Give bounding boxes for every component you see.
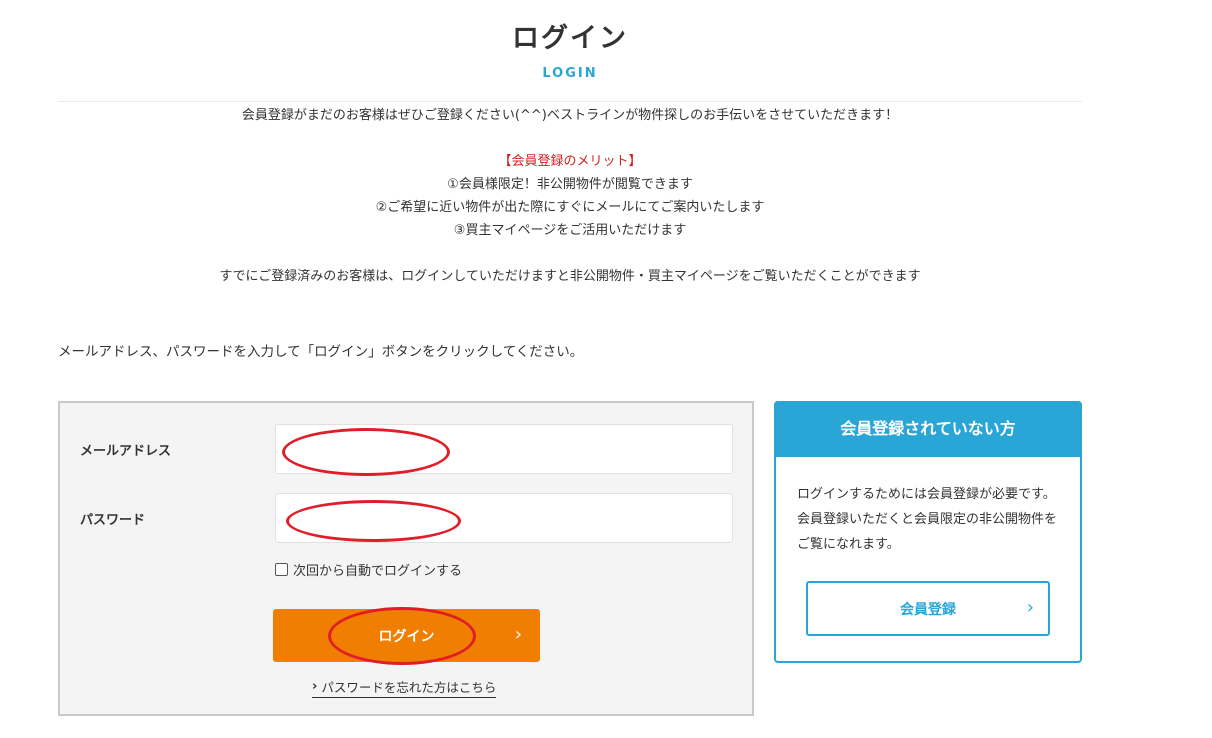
page-subtitle: LOGIN (542, 66, 598, 81)
forgot-password-label: パスワードを忘れた方はこちら (321, 680, 497, 695)
intro-text: 会員登録がまだのお客様はぜひご登録ください(^^)ベストラインが物件探しのお手伝… (0, 104, 1140, 288)
remember-label: 次回から自動でログインする (293, 564, 463, 579)
email-label: メールアドレス (80, 444, 172, 459)
remember-checkbox[interactable] (275, 563, 288, 576)
remember-me[interactable]: 次回から自動でログインする (275, 560, 462, 579)
forgot-password-link[interactable]: › パスワードを忘れた方はこちら (312, 677, 497, 698)
merit-item-3: ③買主マイページをご活用いただけます (453, 223, 687, 238)
header-divider (58, 101, 1082, 102)
registered-note: すでにご登録済みのお客様は、ログインしていただけますと非公開物件・買主マイページ… (219, 269, 921, 284)
intro-spacer (0, 242, 1140, 265)
register-panel: 会員登録されていない方 ログインするためには会員登録が必要です。会員登録いただく… (774, 401, 1082, 663)
register-description: ログインするためには会員登録が必要です。会員登録いただくと会員限定の非公開物件を… (797, 487, 1058, 552)
login-instruction: メールアドレス、パスワードを入力して「ログイン」ボタンをクリックしてください。 (58, 344, 584, 360)
intro-line: 会員登録がまだのお客様はぜひご登録ください(^^)ベストラインが物件探しのお手伝… (241, 108, 899, 123)
intro-spacer (0, 127, 1140, 150)
register-button[interactable]: 会員登録 › (806, 581, 1050, 636)
email-field[interactable] (275, 424, 733, 474)
login-form: メールアドレス パスワード 次回から自動でログインする ログイン › › パスワ… (58, 401, 754, 716)
chevron-right-icon: › (1026, 597, 1034, 618)
login-button[interactable]: ログイン › (273, 609, 540, 662)
password-field[interactable] (275, 493, 733, 543)
merit-heading: 【会員登録のメリット】 (498, 154, 642, 169)
merit-item-2: ②ご希望に近い物件が出た際にすぐにメールにてご案内いたします (375, 200, 765, 215)
chevron-right-icon: › (312, 679, 318, 694)
register-button-label: 会員登録 (900, 602, 956, 618)
register-heading: 会員登録されていない方 (774, 401, 1082, 457)
login-button-label: ログイン (378, 629, 435, 645)
chevron-right-icon: › (514, 624, 522, 645)
page-title: ログイン (512, 23, 628, 54)
password-label: パスワード (80, 513, 146, 528)
merit-item-1: ①会員様限定！非公開物件が閲覧できます (447, 177, 693, 192)
